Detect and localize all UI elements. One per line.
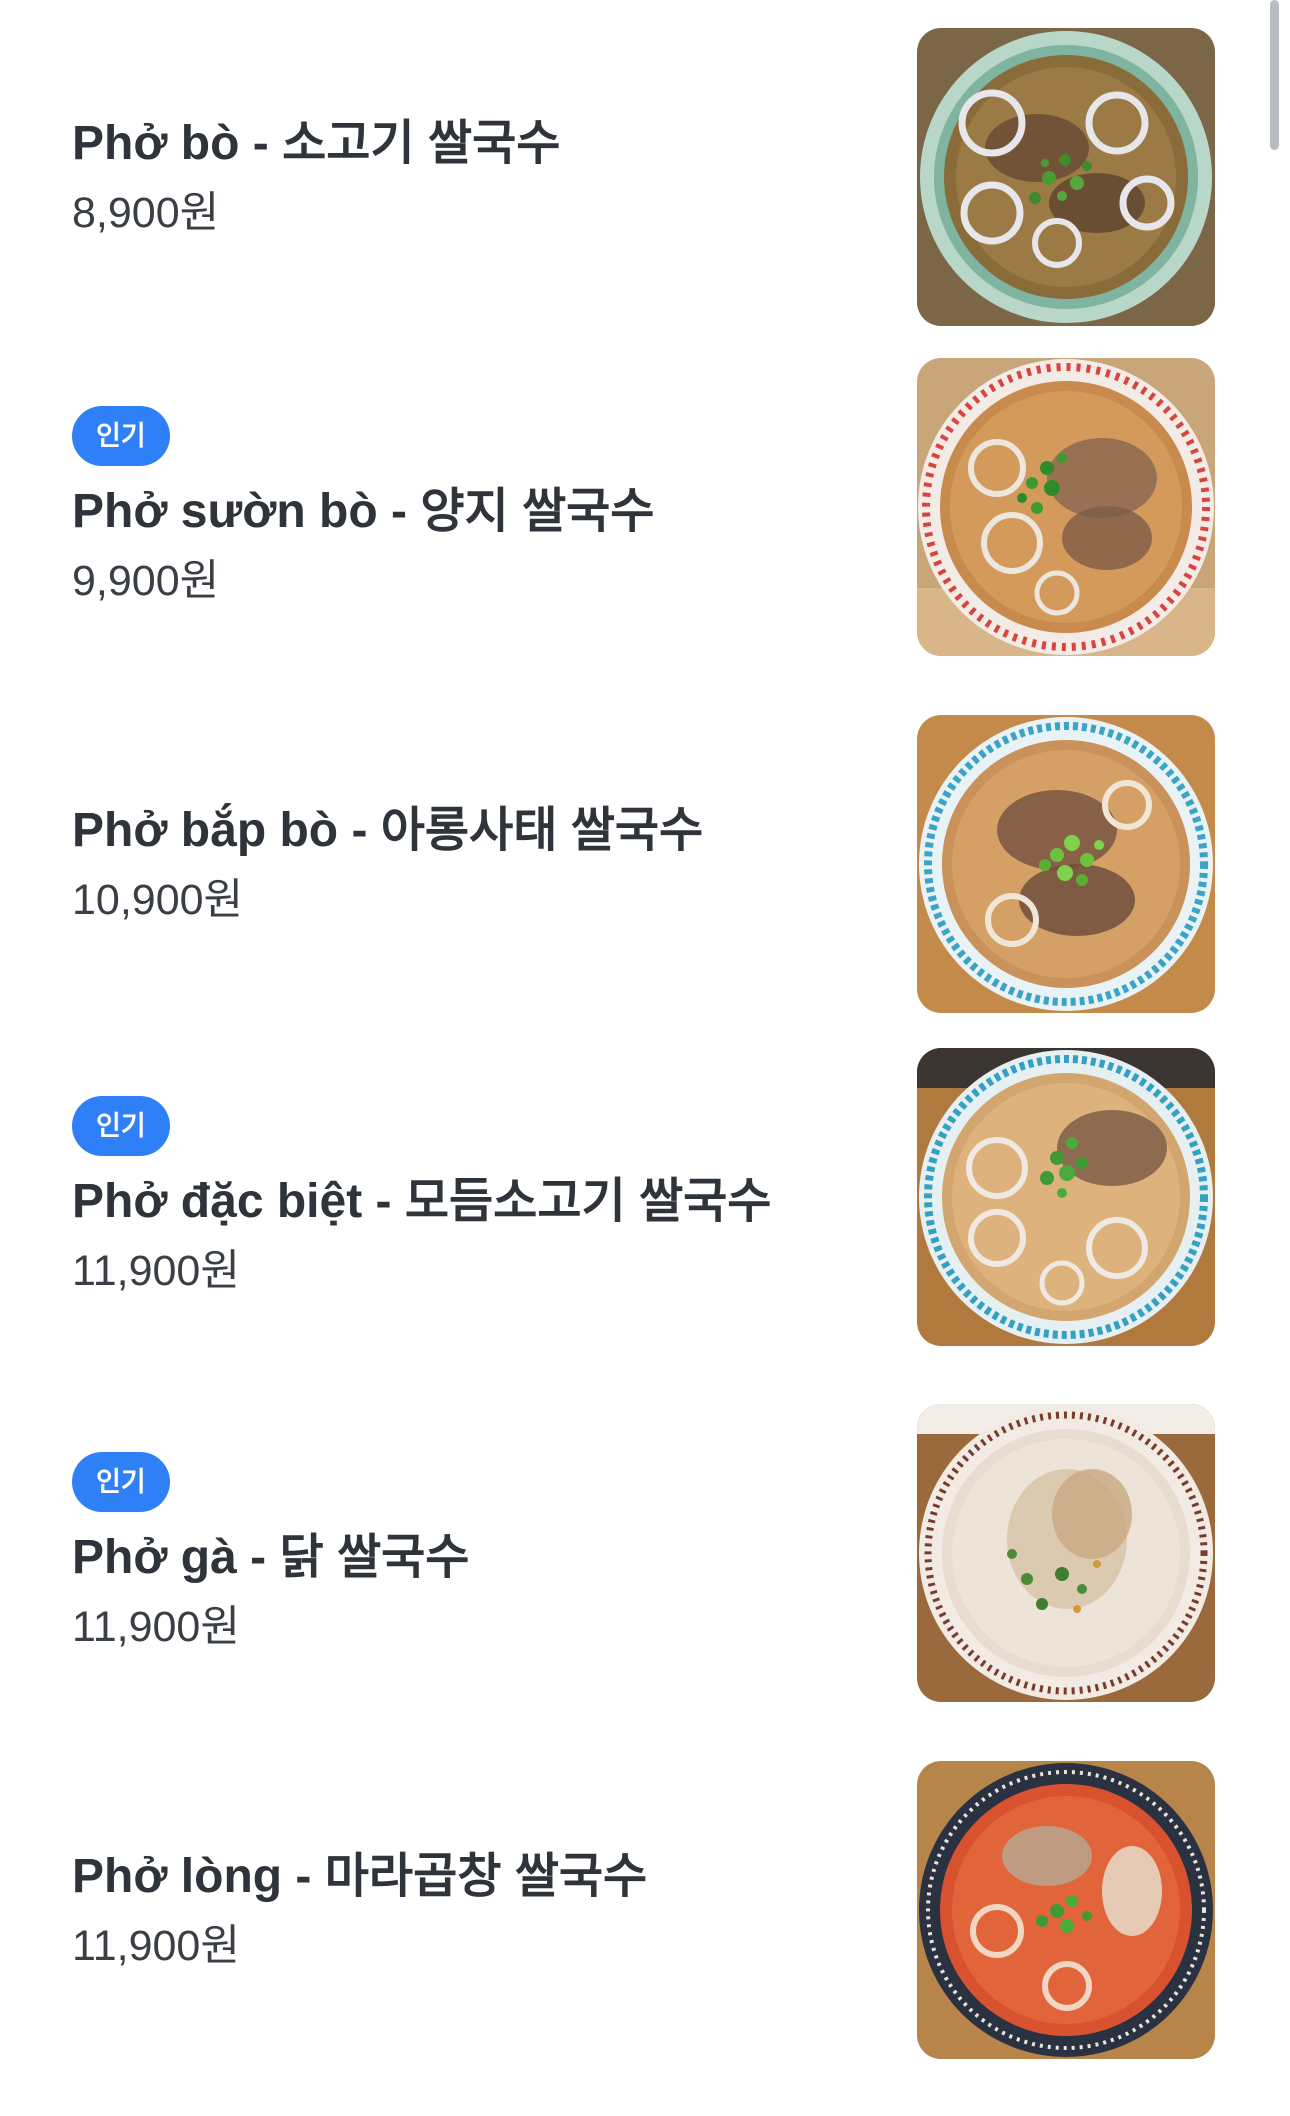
pho-bo-bowl-image — [917, 28, 1215, 326]
menu-item-text: Phở bò - 소고기 쌀국수 8,900원 — [72, 28, 852, 326]
menu-item-name: Phở đặc biệt - 모듬소고기 쌀국수 — [72, 1175, 772, 1229]
menu-item-price: 11,900원 — [72, 1922, 240, 1971]
menu-item-text: 인기 Phở sườn bò - 양지 쌀국수 9,900원 — [72, 358, 852, 656]
menu-item-name: Phở bắp bò - 아롱사태 쌀국수 — [72, 804, 704, 858]
menu-item-pho-dac-biet[interactable]: 인기 Phở đặc biệt - 모듬소고기 쌀국수 11,900원 — [0, 1048, 1290, 1346]
menu-item-photo[interactable] — [917, 715, 1215, 1013]
menu-item-pho-ga[interactable]: 인기 Phở gà - 닭 쌀국수 11,900원 — [0, 1404, 1290, 1702]
popular-badge: 인기 — [72, 1096, 170, 1157]
menu-item-photo[interactable] — [917, 1404, 1215, 1702]
menu-item-price: 8,900원 — [72, 189, 220, 238]
pho-long-bowl-image — [917, 1761, 1215, 2059]
menu-item-text: Phở bắp bò - 아롱사태 쌀국수 10,900원 — [72, 715, 852, 1013]
menu-item-price: 9,900원 — [72, 557, 220, 606]
menu-item-price: 11,900원 — [72, 1247, 240, 1296]
menu-item-name: Phở sườn bò - 양지 쌀국수 — [72, 485, 655, 539]
menu-item-photo[interactable] — [917, 28, 1215, 326]
menu-item-name: Phở gà - 닭 쌀국수 — [72, 1531, 470, 1585]
menu-item-pho-suon-bo[interactable]: 인기 Phở sườn bò - 양지 쌀국수 9,900원 — [0, 358, 1290, 656]
menu-item-photo[interactable] — [917, 358, 1215, 656]
popular-badge: 인기 — [72, 406, 170, 467]
scrollbar-thumb[interactable] — [1270, 0, 1279, 150]
menu-item-price: 10,900원 — [72, 876, 244, 925]
menu-item-photo[interactable] — [917, 1761, 1215, 2059]
menu-item-pho-bo[interactable]: Phở bò - 소고기 쌀국수 8,900원 — [0, 28, 1290, 326]
menu-list: Phở bò - 소고기 쌀국수 8,900원 인기 Phở sườn bò -… — [0, 0, 1290, 2116]
menu-item-pho-bap-bo[interactable]: Phở bắp bò - 아롱사태 쌀국수 10,900원 — [0, 715, 1290, 1013]
menu-item-text: 인기 Phở đặc biệt - 모듬소고기 쌀국수 11,900원 — [72, 1048, 852, 1346]
pho-bap-bo-bowl-image — [917, 715, 1215, 1013]
menu-item-name: Phở lòng - 마라곱창 쌀국수 — [72, 1850, 648, 1904]
menu-item-name: Phở bò - 소고기 쌀국수 — [72, 117, 561, 171]
menu-item-text: 인기 Phở gà - 닭 쌀국수 11,900원 — [72, 1404, 852, 1702]
pho-dac-biet-bowl-image — [917, 1048, 1215, 1346]
pho-suon-bo-bowl-image — [917, 358, 1215, 656]
popular-badge: 인기 — [72, 1452, 170, 1513]
menu-item-text: Phở lòng - 마라곱창 쌀국수 11,900원 — [72, 1761, 852, 2059]
pho-ga-bowl-image — [917, 1404, 1215, 1702]
menu-item-price: 11,900원 — [72, 1603, 240, 1652]
menu-item-pho-long[interactable]: Phở lòng - 마라곱창 쌀국수 11,900원 — [0, 1761, 1290, 2059]
menu-item-photo[interactable] — [917, 1048, 1215, 1346]
